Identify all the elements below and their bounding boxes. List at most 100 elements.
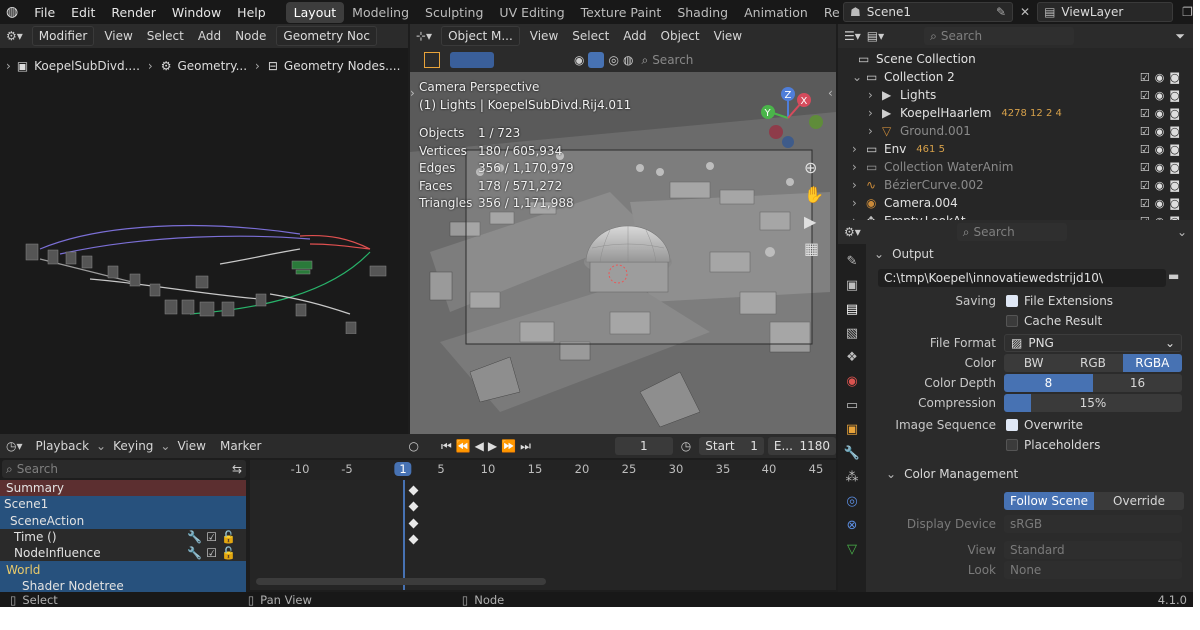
outliner-item[interactable]: › ▽ Ground.001 ☑◉◙: [838, 122, 1193, 140]
node[interactable]: [47, 249, 59, 265]
stopwatch-icon[interactable]: ◷: [681, 439, 691, 453]
compression-slider[interactable]: 15%: [1004, 394, 1182, 412]
swap-icon[interactable]: ⇆: [232, 462, 242, 476]
options-chevron-icon[interactable]: ⌄: [1177, 225, 1187, 239]
end-frame-field[interactable]: E... 1180: [767, 437, 836, 455]
outliner-item[interactable]: › ▶ Lights ☑◉◙: [838, 86, 1193, 104]
output-path-field[interactable]: C:\tmp\Koepel\innovatiewedstrijd10\: [878, 269, 1166, 287]
shading-render-icon[interactable]: ◍: [623, 53, 633, 67]
color-rgba-button[interactable]: RGBA: [1122, 354, 1182, 372]
channel-row[interactable]: NodeInfluence 🔧☑🔓: [0, 545, 246, 562]
node[interactable]: [25, 243, 39, 261]
tab-shading[interactable]: Shading: [669, 2, 736, 23]
file-extensions-checkbox[interactable]: [1006, 295, 1018, 307]
properties-search-input[interactable]: Search: [974, 225, 1015, 239]
node[interactable]: [291, 260, 313, 270]
editor-type-icon[interactable]: ⚙▾: [844, 225, 861, 239]
scene-tab-icon[interactable]: ❖: [846, 350, 858, 365]
node[interactable]: [181, 299, 195, 315]
outliner-item[interactable]: › ▭ Env 461 5 ☑◉◙: [838, 140, 1193, 158]
expand-arrow-icon[interactable]: ›: [852, 178, 866, 192]
output-panel-header[interactable]: ⌄ Output: [874, 244, 1184, 264]
record-icon[interactable]: ○: [408, 439, 418, 453]
visibility-toggles-icon[interactable]: ☑◉◙: [1140, 161, 1185, 174]
color-rgb-button[interactable]: RGB: [1063, 354, 1123, 372]
outliner-item[interactable]: › ▭ Collection WaterAnim ☑◉◙: [838, 158, 1193, 176]
navigation-gizmo[interactable]: Z Y X: [750, 82, 830, 152]
channel-search[interactable]: ⌕ Search ⇆: [2, 460, 246, 478]
node[interactable]: [199, 301, 215, 317]
expand-arrow-icon[interactable]: ⌄: [852, 70, 866, 84]
menu-keying[interactable]: Keying: [106, 439, 160, 453]
pan-hand-icon[interactable]: ✋: [804, 185, 824, 204]
tab-layout[interactable]: Layout: [285, 1, 345, 23]
shading-wire-icon[interactable]: ◉: [574, 53, 584, 67]
channel-toggles-icon[interactable]: 🔧☑🔓: [187, 530, 240, 544]
depth-16-button[interactable]: 16: [1093, 374, 1182, 392]
channel-search-input[interactable]: Search: [17, 462, 58, 476]
visibility-toggles-icon[interactable]: ☑◉◙: [1140, 125, 1185, 138]
menu-help[interactable]: Help: [229, 5, 274, 20]
node-graph[interactable]: [0, 214, 408, 334]
file-format-dropdown[interactable]: ▨ PNG ⌄: [1004, 334, 1182, 352]
select-box-icon[interactable]: [424, 52, 440, 68]
outliner-item[interactable]: › ◉ Camera.004 ☑◉◙: [838, 194, 1193, 212]
node[interactable]: [107, 265, 119, 279]
tab-modeling[interactable]: Modeling: [344, 2, 417, 23]
visibility-toggles-icon[interactable]: ☑◉◙: [1140, 143, 1185, 156]
output-tab-icon[interactable]: ▤: [846, 302, 858, 317]
menu-select[interactable]: Select: [140, 29, 191, 43]
expand-arrow-icon[interactable]: ›: [852, 142, 866, 156]
visibility-toggles-icon[interactable]: ☑◉◙: [1140, 107, 1185, 120]
filter-icon[interactable]: ⏷: [1175, 29, 1185, 44]
node[interactable]: [149, 283, 161, 297]
current-frame-field[interactable]: 1: [614, 437, 673, 455]
menu-marker[interactable]: Marker: [213, 439, 268, 453]
toolbar-toggle-icon[interactable]: ›: [410, 86, 415, 100]
world-tab-icon[interactable]: ◉: [846, 374, 857, 389]
placeholders-checkbox[interactable]: [1006, 439, 1018, 451]
frame-ruler[interactable]: -10 -5 1 5 10 15 20 25 30 35 40 45: [250, 460, 836, 480]
channel-toggles-icon[interactable]: 🔧☑🔓: [187, 546, 240, 560]
keyframe[interactable]: [408, 534, 419, 545]
expand-arrow-icon[interactable]: ›: [852, 160, 866, 174]
channel-row[interactable]: World: [0, 561, 246, 578]
dope-sheet[interactable]: ◷▾ Playback ⌄ Keying ⌄ View Marker ○ ⏮⏪◀…: [0, 434, 836, 595]
physics-tab-icon[interactable]: ◎: [846, 494, 857, 509]
channel-row[interactable]: SceneAction: [0, 512, 246, 529]
color-management-header[interactable]: ⌄ Color Management: [886, 464, 1176, 484]
node[interactable]: [295, 303, 307, 317]
shading-solid-icon[interactable]: [588, 52, 605, 68]
modifier-tab-icon[interactable]: 🔧: [844, 446, 860, 461]
breadcrumb-nodetree[interactable]: Geometry Nodes....: [284, 59, 400, 73]
menu-render[interactable]: Render: [103, 5, 164, 20]
visibility-toggles-icon[interactable]: ☑◉◙: [1140, 89, 1185, 102]
properties-editor[interactable]: ⚙▾ ⌕ Search ⌄ ✎ ▣ ▤ ▧ ❖ ◉ ▭ ▣ 🔧 ⁂ ◎ ⊗ ▽ ⌄…: [838, 220, 1193, 592]
menu-view[interactable]: View: [523, 29, 565, 43]
menu-playback[interactable]: Playback: [29, 439, 97, 453]
node-editor[interactable]: ⚙▾ Modifier View Select Add Node Geometr…: [0, 24, 408, 434]
tab-uv-editing[interactable]: UV Editing: [491, 2, 572, 23]
expand-arrow-icon[interactable]: ›: [868, 106, 882, 120]
menu-add[interactable]: Add: [191, 29, 228, 43]
playback-controls[interactable]: ⏮⏪◀▶⏩⏭: [441, 439, 535, 454]
depth-8-button[interactable]: 8: [1004, 374, 1093, 392]
editor-type-icon[interactable]: ☰▾: [844, 29, 861, 43]
menu-view[interactable]: View: [97, 29, 139, 43]
outliner-item[interactable]: ▭ Scene Collection: [838, 50, 1193, 68]
mode-dropdown[interactable]: Object M...: [441, 26, 520, 46]
horizontal-scrollbar[interactable]: [256, 578, 546, 585]
outliner-search-input[interactable]: Search: [941, 29, 982, 43]
start-frame-field[interactable]: Start 1: [699, 437, 764, 455]
tool-tab-icon[interactable]: ✎: [847, 254, 858, 269]
data-tab-icon[interactable]: ▽: [847, 542, 857, 557]
modifier-dropdown[interactable]: Modifier: [31, 26, 95, 46]
render-tab-icon[interactable]: ▣: [846, 278, 858, 293]
menu-object[interactable]: Object: [654, 29, 707, 43]
menu-node[interactable]: Node: [228, 29, 273, 43]
object-tab-icon[interactable]: ▣: [846, 422, 858, 437]
expand-arrow-icon[interactable]: ›: [868, 124, 882, 138]
node[interactable]: [221, 301, 235, 317]
tab-sculpting[interactable]: Sculpting: [417, 2, 491, 23]
menu-select[interactable]: Select: [565, 29, 616, 43]
